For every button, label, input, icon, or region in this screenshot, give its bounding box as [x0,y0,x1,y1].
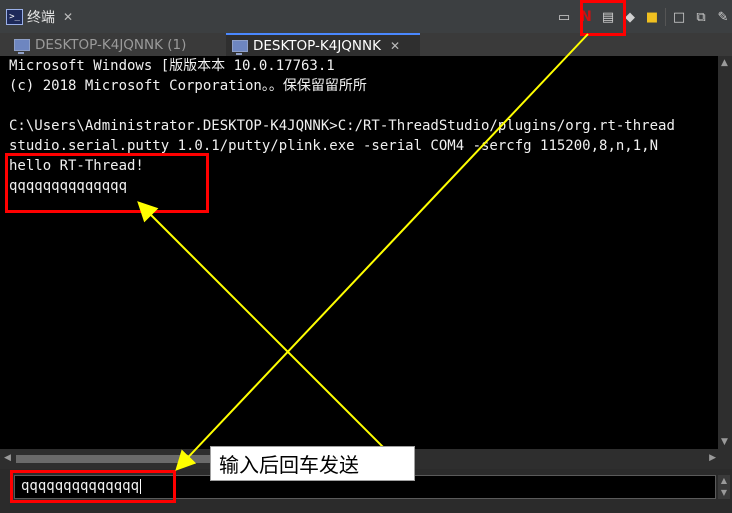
scroll-corner [718,449,732,469]
copy-icon[interactable]: ⧉ [692,8,710,26]
terminal-view-tab[interactable]: >_ 终端 ✕ [6,5,73,29]
console-line: (c) 2018 Microsoft Corporation。。保保留留所所 [9,78,367,94]
toolbar-separator [665,8,666,26]
pin-icon[interactable]: ✎ [714,8,732,26]
tab-desktop[interactable]: DESKTOP-K4JQNNK ✕ [226,33,420,56]
monitor-icon [14,38,30,54]
tab-label: DESKTOP-K4JQNNK [253,37,381,54]
close-icon[interactable]: ✕ [390,39,400,53]
tab-desktop-1[interactable]: DESKTOP-K4JQNNK (1) [8,33,224,56]
console-line: C:\Users\Administrator.DESKTOP-K4JQNNK>C… [9,118,675,134]
monitor-icon [232,39,248,55]
terminal-icon: >_ [6,9,23,25]
input-scroll[interactable]: ▲ ▼ [718,475,730,499]
lock-icon[interactable]: ■ [643,8,661,26]
console-line: Microsoft Windows [版版本本 10.0.17763.1 [9,58,335,74]
new-console-icon[interactable]: □ [670,8,688,26]
annotation-label: 输入后回车发送 [210,446,415,481]
terminal-tabs: DESKTOP-K4JQNNK (1) DESKTOP-K4JQNNK ✕ [0,33,732,56]
vertical-scrollbar[interactable]: ▲ ▼ [718,56,732,449]
highlight-output [5,153,209,213]
chevron-down-icon[interactable]: ▼ [718,487,730,499]
terminal-view-title: 终端 [27,10,55,26]
tab-label: DESKTOP-K4JQNNK (1) [35,36,187,53]
scroll-down-icon[interactable]: ▼ [721,437,728,447]
terminal-console[interactable]: Microsoft Windows [版版本本 10.0.17763.1 (c)… [0,56,718,449]
chevron-up-icon[interactable]: ▲ [718,475,730,487]
scroll-right-icon[interactable]: ▶ [709,453,716,463]
monitor-icon[interactable]: ▭ [555,8,573,26]
close-icon[interactable]: ✕ [63,10,73,24]
scroll-up-icon[interactable]: ▲ [721,58,728,68]
highlight-input [10,470,176,503]
highlight-toolbar-button [580,0,626,36]
scroll-left-icon[interactable]: ◀ [4,453,11,463]
